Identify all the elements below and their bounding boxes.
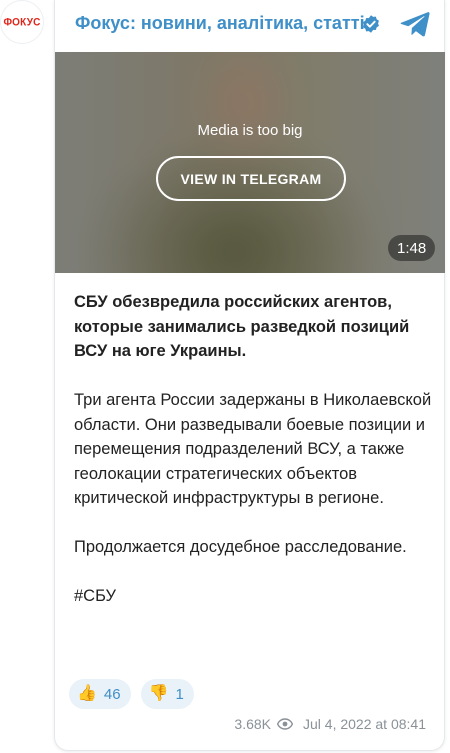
verified-badge-icon xyxy=(363,15,379,33)
message-paragraph: Продолжается досудебное расследование. xyxy=(74,538,407,556)
avatar-logo-text: ФОКУС xyxy=(3,15,41,29)
reactions-bar: 👍 46 👎 1 xyxy=(69,679,194,709)
message-footer: 3.68K Jul 4, 2022 at 08:41 xyxy=(234,716,426,732)
page: ФОКУС Фокус: новини, аналітика, статті M… xyxy=(0,0,450,753)
message-header: Фокус: новини, аналітика, статті xyxy=(55,0,446,52)
view-count: 3.68K xyxy=(234,716,271,732)
view-in-telegram-button[interactable]: VIEW IN TELEGRAM xyxy=(156,156,346,201)
message-headline: СБУ обезвредила российских агентов, кото… xyxy=(74,293,410,360)
message-hashtag[interactable]: #СБУ xyxy=(74,584,434,609)
thumbs-down-icon: 👎 xyxy=(148,685,169,702)
message-text: СБУ обезвредила российских агентов, кото… xyxy=(74,290,434,609)
reaction-count: 1 xyxy=(175,685,184,703)
message-card: Фокус: новини, аналітика, статті Media i… xyxy=(54,0,445,751)
media-too-big-notice: Media is too big xyxy=(197,122,303,139)
eye-icon xyxy=(277,718,293,730)
reaction-thumbs-down[interactable]: 👎 1 xyxy=(140,679,194,709)
video-preview[interactable]: Media is too big VIEW IN TELEGRAM 1:48 xyxy=(55,52,445,273)
telegram-logo-icon[interactable] xyxy=(400,11,430,37)
message-paragraph: Три агента России задержаны в Николаевск… xyxy=(74,391,432,507)
reaction-count: 46 xyxy=(103,685,121,703)
channel-avatar[interactable]: ФОКУС xyxy=(0,0,44,44)
video-duration-badge: 1:48 xyxy=(388,235,436,261)
thumbs-up-icon: 👍 xyxy=(77,685,97,702)
channel-name[interactable]: Фокус: новини, аналітика, статті xyxy=(75,13,365,34)
reaction-thumbs-up[interactable]: 👍 46 xyxy=(69,679,131,709)
post-date[interactable]: Jul 4, 2022 at 08:41 xyxy=(303,716,426,732)
